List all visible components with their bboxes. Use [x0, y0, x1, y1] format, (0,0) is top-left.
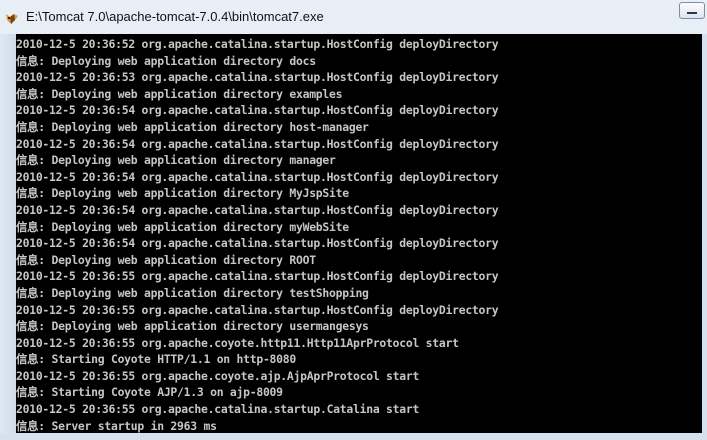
console-line: 信息: Starting Coyote HTTP/1.1 on http-808… — [16, 352, 296, 367]
console-line: 信息: Starting Coyote AJP/1.3 on ajp-8009 — [16, 385, 283, 400]
console-line: 2010-12-5 20:36:54 org.apache.catalina.s… — [16, 103, 499, 118]
console-line: 信息: Deploying web application directory … — [16, 319, 369, 334]
console-line: 2010-12-5 20:36:55 org.apache.catalina.s… — [16, 402, 420, 417]
title-bar[interactable]: E:\Tomcat 7.0\apache-tomcat-7.0.4\bin\to… — [0, 0, 707, 34]
minimize-icon — [687, 12, 697, 14]
console-line: 信息: Deploying web application directory … — [16, 252, 316, 267]
console-line: 2010-12-5 20:36:54 org.apache.catalina.s… — [16, 202, 499, 217]
console-line: 2010-12-5 20:36:55 org.apache.catalina.s… — [16, 269, 499, 284]
console-line: 信息: Deploying web application directory … — [16, 285, 369, 300]
console-line: 信息: Deploying web application directory … — [16, 119, 369, 134]
console-line: 信息: Deploying web application directory … — [16, 86, 343, 101]
console-line: 2010-12-5 20:36:55 org.apache.coyote.htt… — [16, 335, 459, 350]
window-frame-right — [702, 34, 707, 440]
console-window: E:\Tomcat 7.0\apache-tomcat-7.0.4\bin\to… — [0, 0, 707, 440]
window-frame-bottom — [0, 433, 707, 440]
console-line: 信息: Deploying web application directory … — [16, 153, 336, 168]
console-line: 2010-12-5 20:36:53 org.apache.catalina.s… — [16, 70, 499, 85]
console-output[interactable]: 2010-12-5 20:36:52 org.apache.catalina.s… — [16, 34, 702, 433]
tomcat-icon — [5, 10, 19, 24]
console-line: 信息: Deploying web application directory … — [16, 53, 316, 68]
console-line: 信息: Deploying web application directory … — [16, 186, 349, 201]
console-line: 2010-12-5 20:36:55 org.apache.catalina.s… — [16, 302, 499, 317]
console-line: 2010-12-5 20:36:52 org.apache.catalina.s… — [16, 37, 499, 51]
window-title: E:\Tomcat 7.0\apache-tomcat-7.0.4\bin\to… — [26, 9, 324, 24]
window-frame-left — [0, 34, 16, 440]
console-line: 2010-12-5 20:36:54 org.apache.catalina.s… — [16, 236, 499, 251]
console-line: 2010-12-5 20:36:54 org.apache.catalina.s… — [16, 169, 499, 184]
console-line: 2010-12-5 20:36:54 org.apache.catalina.s… — [16, 136, 499, 151]
minimize-button[interactable] — [679, 2, 705, 19]
console-line: 信息: Deploying web application directory … — [16, 219, 349, 234]
console-line: 信息: Server startup in 2963 ms — [16, 418, 217, 433]
console-line: 2010-12-5 20:36:55 org.apache.coyote.ajp… — [16, 368, 420, 383]
